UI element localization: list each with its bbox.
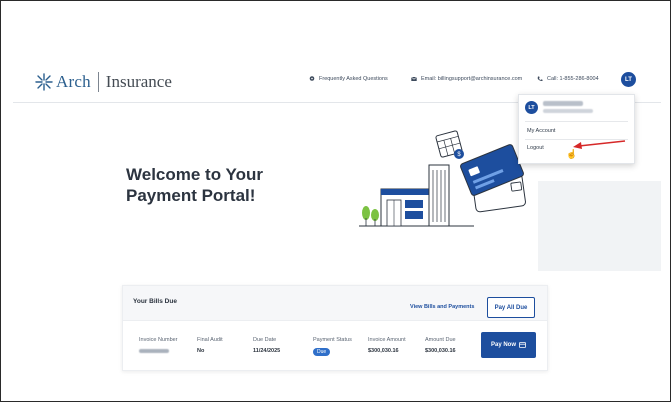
bills-title: Your Bills Due xyxy=(133,298,177,305)
faq-link[interactable]: Frequently Asked Questions xyxy=(309,76,388,82)
amount-due-header: Amount Due xyxy=(425,337,456,343)
invoice-number-redacted xyxy=(139,348,169,353)
payment-status-value: Due xyxy=(313,348,352,356)
welcome-line-2: Payment Portal! xyxy=(126,186,256,205)
bills-due-card: Your Bills Due View Bills and Payments P… xyxy=(122,285,548,371)
email-label: Email: billingsupport@archinsurance.com xyxy=(421,76,523,82)
due-date-value: 11/24/2025 xyxy=(253,348,281,354)
logo-insurance-text: Insurance xyxy=(105,72,172,91)
call-label: Call: 1-855-286-8004 xyxy=(547,76,599,82)
annotation-arrow-icon xyxy=(573,140,626,149)
welcome-heading: Welcome to Your Payment Portal! xyxy=(126,164,326,206)
final-audit-header: Final Audit xyxy=(197,337,223,343)
dropdown-divider xyxy=(525,121,628,122)
email-link[interactable]: Email: billingsupport@archinsurance.com xyxy=(411,76,522,82)
view-bills-link[interactable]: View Bills and Payments xyxy=(410,304,474,310)
bills-card-header: Your Bills Due View Bills and Payments P… xyxy=(123,286,547,321)
payment-status-header: Payment Status xyxy=(313,337,352,343)
faq-label: Frequently Asked Questions xyxy=(319,76,388,82)
user-name-redacted xyxy=(543,101,583,106)
hero-background-panel xyxy=(538,181,661,271)
invoice-number-header: Invoice Number xyxy=(139,337,178,343)
user-avatar-button[interactable]: LT xyxy=(621,72,636,87)
calendar-icon: $ xyxy=(435,130,464,159)
payment-status-col: Payment Status Due xyxy=(313,337,352,356)
hand-cursor-icon: ☝ xyxy=(566,149,578,159)
pay-now-label: Pay Now xyxy=(490,342,516,348)
logout-menu-item[interactable]: Logout xyxy=(527,145,544,151)
invoice-amount-value: $300,030.16 xyxy=(368,348,399,354)
invoice-amount-header: Invoice Amount xyxy=(368,337,406,343)
arch-logo[interactable]: Arch Insurance xyxy=(35,72,172,92)
call-link[interactable]: Call: 1-855-286-8004 xyxy=(537,76,599,82)
status-badge: Due xyxy=(313,348,331,356)
envelope-icon xyxy=(411,76,417,81)
payment-illustration: $ xyxy=(359,130,526,227)
welcome-line-1: Welcome to Your xyxy=(126,165,263,184)
amount-due-value: $300,030.16 xyxy=(425,348,456,354)
pay-now-button[interactable]: Pay Now xyxy=(481,332,536,358)
building-icon xyxy=(380,164,450,227)
phone-icon xyxy=(537,76,543,82)
logo-arch-text: Arch xyxy=(56,72,91,91)
card-icon xyxy=(519,342,526,348)
arch-star-icon xyxy=(35,73,53,91)
location-pin-icon xyxy=(309,76,315,81)
final-audit-col: Final Audit No xyxy=(197,337,223,354)
amount-due-col: Amount Due $300,030.16 xyxy=(425,337,456,354)
user-email-redacted xyxy=(543,109,593,113)
invoice-amount-col: Invoice Amount $300,030.16 xyxy=(368,337,406,354)
due-date-header: Due Date xyxy=(253,337,277,343)
bush-icon xyxy=(362,206,379,226)
browser-frame: Arch Insurance Frequently Asked Question… xyxy=(0,0,671,402)
due-date-col: Due Date 11/24/2025 xyxy=(253,337,280,354)
pay-all-due-button[interactable]: Pay All Due xyxy=(487,297,535,318)
final-audit-value: No xyxy=(197,348,205,354)
logo-divider xyxy=(97,72,99,92)
invoice-number-col: Invoice Number xyxy=(139,337,178,354)
my-account-menu-item[interactable]: My Account xyxy=(527,128,555,134)
invoice-number-value xyxy=(139,348,178,354)
dropdown-avatar: LT xyxy=(525,101,538,114)
